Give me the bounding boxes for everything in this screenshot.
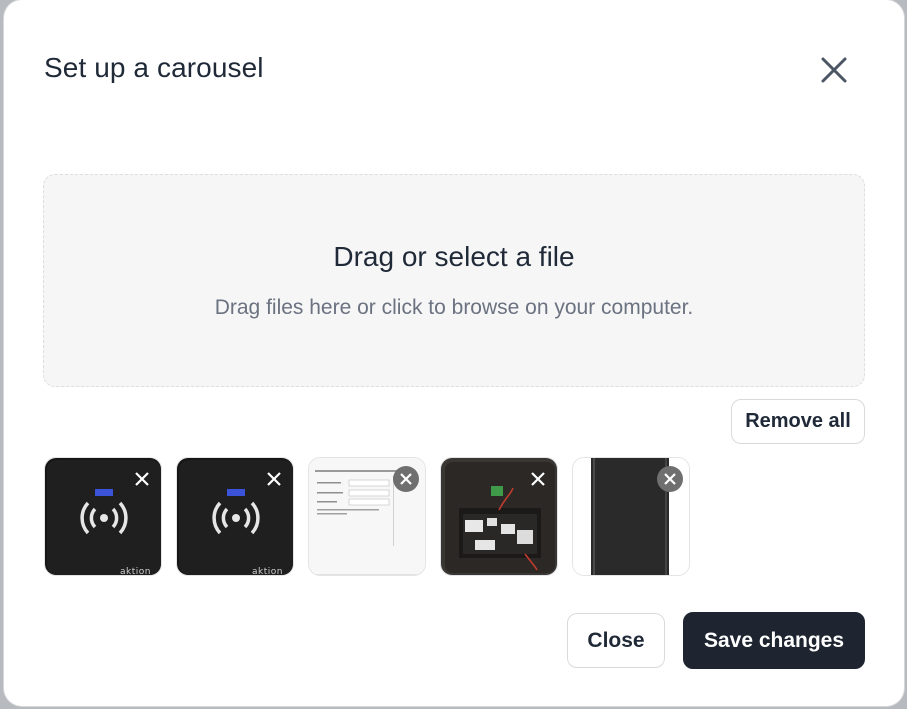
carousel-dialog: Set up a carousel Drag or select a file … <box>4 0 904 706</box>
thumbnail-electronics[interactable] <box>440 457 558 576</box>
remove-thumbnail-icon[interactable] <box>393 466 419 492</box>
remove-thumbnail-icon[interactable] <box>261 466 287 492</box>
dialog-title: Set up a carousel <box>44 52 264 83</box>
svg-text:aktion: aktion <box>252 567 283 576</box>
save-changes-button[interactable]: Save changes <box>683 612 865 669</box>
dropzone-subtitle: Drag files here or click to browse on yo… <box>214 296 694 319</box>
thumbnail-card-reader-2[interactable]: aktion <box>176 457 294 576</box>
remove-all-button[interactable]: Remove all <box>731 399 865 444</box>
remove-thumbnail-icon[interactable] <box>657 466 683 492</box>
svg-text:aktion: aktion <box>120 567 151 576</box>
remove-thumbnail-icon[interactable] <box>129 466 155 492</box>
thumbnail-dark-panel[interactable] <box>572 457 690 576</box>
thumbnail-card-reader-1[interactable]: aktion <box>44 457 162 576</box>
close-button[interactable]: Close <box>567 613 665 668</box>
close-icon[interactable] <box>818 54 850 86</box>
thumbnail-document[interactable] <box>308 457 426 576</box>
remove-thumbnail-icon[interactable] <box>525 466 551 492</box>
dropzone-title: Drag or select a file <box>333 241 575 272</box>
file-dropzone[interactable]: Drag or select a file Drag files here or… <box>43 174 865 387</box>
